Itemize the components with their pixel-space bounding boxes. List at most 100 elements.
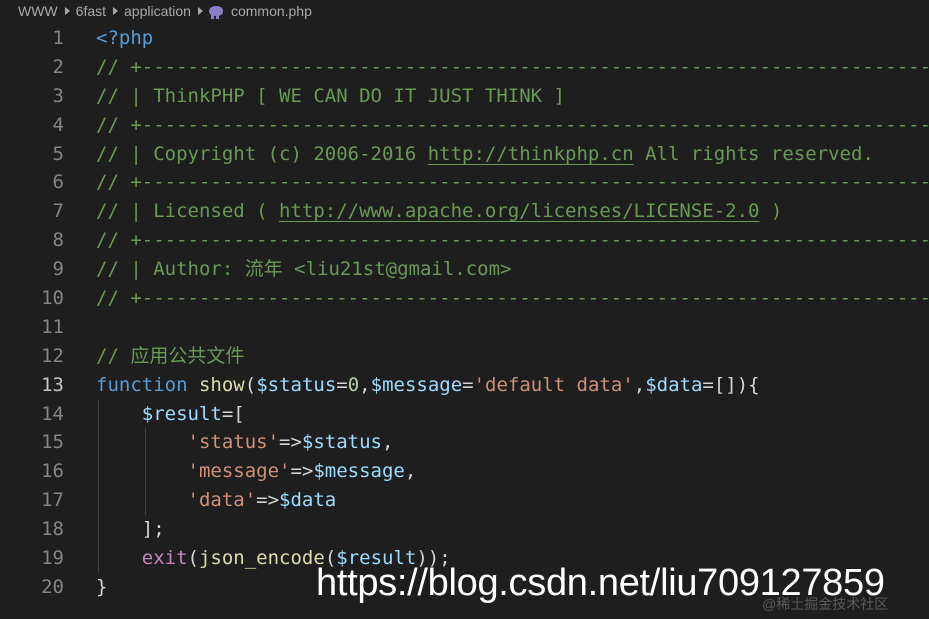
token-func: show [198,373,245,396]
token-punc: ( [187,547,199,570]
code-text: // | Licensed ( http://www.apache.org/li… [96,197,782,226]
line-number: 4 [52,113,64,136]
code-text: // +------------------------------------… [96,168,929,197]
token-link: http://thinkphp.cn [427,142,634,165]
code-line[interactable]: 9 // | Author: 流年 <liu21st@gmail.com> [0,255,929,284]
code-text: // +------------------------------------… [96,284,929,313]
line-number: 16 [41,460,64,483]
code-line[interactable]: 17 'data'=>$data [0,486,929,516]
token-punc [96,403,142,425]
breadcrumb-item-www[interactable]: WWW [18,3,58,19]
token-punc: , [382,431,394,454]
token-punc: =[]){ [702,373,760,396]
token-var: $data [645,373,703,396]
code-text: // +------------------------------------… [96,53,929,82]
line-number: 8 [52,229,64,252]
token-punc [96,547,142,569]
php-elephant-icon [208,6,223,19]
token-var: $result [141,402,222,425]
line-number: 10 [41,287,64,310]
code-text: function show($status=0,$message='defaul… [96,371,760,400]
token-punc: } [96,575,108,598]
code-text: <?php [96,24,153,53]
code-line[interactable]: 11 [0,313,929,342]
code-line[interactable]: 18 ]; [0,515,929,545]
line-number: 13 [41,373,64,396]
line-number: 6 [52,171,64,194]
token-punc: ( [244,373,257,396]
token-comment: // | ThinkPHP [ WE CAN DO IT JUST THINK … [96,84,565,107]
line-number: 7 [52,200,64,223]
line-number: 11 [41,315,64,338]
token-var: $status [256,373,337,396]
breadcrumb-item-application[interactable]: application [124,3,191,19]
token-comment: // +------------------------------------… [96,55,929,78]
token-punc [96,460,188,482]
line-number: 17 [41,489,64,512]
token-comment: // | Licensed ( [96,200,280,223]
token-punc: => [290,460,314,483]
token-comment: // | Copyright (c) 2006-2016 [96,142,428,165]
token-punc: , [633,373,646,396]
code-line[interactable]: 6 // +-----------------------------------… [0,168,929,197]
code-line[interactable]: 16 'message'=>$message, [0,457,929,487]
token-comment: // +------------------------------------… [96,229,929,252]
chevron-right-icon [64,7,70,15]
code-text: ]; [96,515,165,544]
code-text: // +------------------------------------… [96,111,929,140]
token-comment: // | Author: 流年 <liu21st@gmail.com> [96,258,512,281]
watermark-secondary: @稀土掘金技术社区 [762,596,889,612]
code-line[interactable]: 2 // +-----------------------------------… [0,53,929,82]
code-editor[interactable]: 1 <?php 2 // +-----------------------------… [0,24,929,602]
code-line[interactable]: 15 'status'=>$status, [0,428,929,458]
line-number: 9 [52,258,64,281]
code-text: $result=[ [96,400,245,429]
token-comment: // 应用公共文件 [96,344,245,367]
token-tag: <?php [96,27,154,49]
token-link: http://www.apache.org/licenses/LICENSE-2… [279,200,760,223]
token-punc: ]; [96,518,165,541]
code-text: 'message'=>$message, [96,457,417,486]
line-number: 3 [52,84,64,107]
line-number: 5 [52,142,64,165]
token-str: 'message' [187,460,291,483]
line-number: 14 [41,402,64,425]
line-number: 1 [52,27,64,49]
token-exit: exit [141,547,188,570]
line-number: 19 [41,547,64,570]
token-punc [96,489,188,511]
line-number: 15 [41,431,64,454]
code-text: 'data'=>$data [96,486,337,515]
line-number: 18 [41,518,64,541]
code-line[interactable]: 13 function show($status=0,$message='defa… [0,371,929,400]
token-punc: , [404,460,417,483]
code-line[interactable]: 3 // | ThinkPHP [ WE CAN DO IT JUST THINK… [0,82,929,111]
code-line[interactable]: 10 // +----------------------------------… [0,284,929,313]
code-line[interactable]: 5 // | Copyright (c) 2006-2016 http://thi… [0,140,929,169]
token-str: 'data' [187,489,257,512]
code-line[interactable]: 7 // | Licensed ( http://www.apache.org/l… [0,197,929,226]
code-line[interactable]: 1 <?php [0,24,929,53]
line-number: 2 [52,55,64,78]
token-comment: // +------------------------------------… [96,171,929,194]
breadcrumb-item-6fast[interactable]: 6fast [76,3,106,19]
code-line[interactable]: 12 // 应用公共文件 [0,342,929,371]
code-text: } [96,573,107,602]
code-line[interactable]: 8 // +-----------------------------------… [0,226,929,255]
token-comment: // +------------------------------------… [96,113,929,136]
code-line[interactable]: 4 // +-----------------------------------… [0,111,929,140]
code-text: 'status'=>$status, [96,428,394,457]
line-number: 20 [41,575,64,598]
token-num: 0 [347,373,360,396]
token-punc: =[ [221,402,245,425]
code-text: // 应用公共文件 [96,342,244,371]
code-line[interactable]: 14 $result=[ [0,399,929,429]
token-punc [188,374,199,396]
token-var: $data [279,489,337,512]
token-var: $message [370,373,463,396]
token-func: json_encode [198,547,325,570]
token-str: 'default data' [473,373,634,396]
breadcrumb-item-file[interactable]: common.php [231,3,312,19]
breadcrumb: WWW 6fast application common.php [0,0,929,22]
token-punc: = [462,373,474,396]
